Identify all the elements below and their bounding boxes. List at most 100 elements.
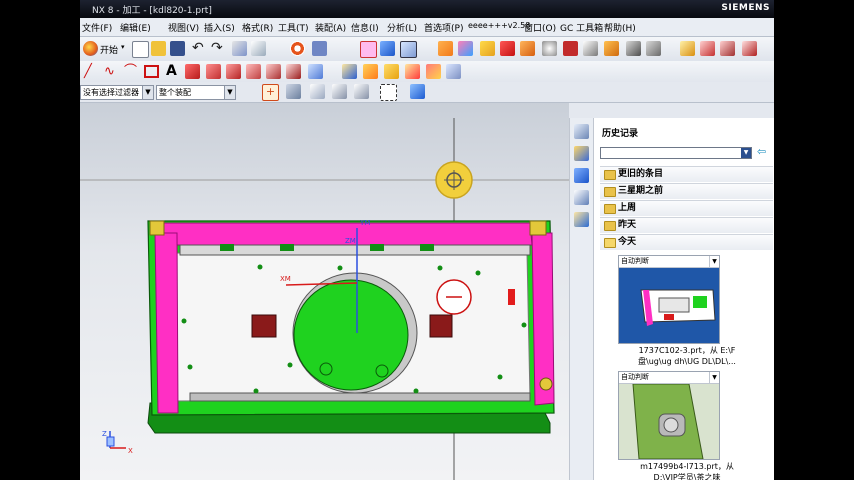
history-group-today[interactable]: 今天: [600, 234, 773, 250]
arrow-icon[interactable]: [742, 41, 757, 56]
history-thumbnail[interactable]: [619, 384, 719, 459]
angle-icon[interactable]: [720, 41, 735, 56]
box-select-icon[interactable]: [310, 84, 325, 99]
menu-plugin[interactable]: eeee+++v2.58: [468, 21, 530, 30]
fit-icon[interactable]: [360, 41, 377, 58]
text-icon[interactable]: A: [166, 64, 181, 79]
lasso-icon[interactable]: [332, 84, 347, 99]
view-cube-icon[interactable]: [380, 41, 395, 56]
deselect-icon[interactable]: [354, 84, 369, 99]
group-label: 上周: [618, 203, 637, 213]
curve-icon[interactable]: ∿: [104, 64, 119, 79]
history-group-older[interactable]: 更旧的条目: [600, 166, 773, 182]
scope-select[interactable]: 整个装配 ▼: [156, 85, 236, 100]
history-item[interactable]: 自动判断 ▼: [618, 371, 720, 460]
feature-icon[interactable]: [500, 41, 515, 56]
cut-icon[interactable]: [232, 41, 247, 56]
arc-icon[interactable]: ⌒: [124, 64, 139, 79]
history-group-yesterday[interactable]: 昨天: [600, 217, 773, 233]
standard-toolbar: 开始 ▾ ↶ ↷: [80, 37, 774, 62]
mold-icon[interactable]: [542, 41, 557, 56]
back-arrow-icon[interactable]: ⇦: [757, 145, 766, 158]
menu-help[interactable]: 帮助(H): [604, 21, 636, 34]
new-file-icon[interactable]: [132, 41, 149, 58]
hole-icon[interactable]: [363, 64, 378, 79]
part-navigator-icon[interactable]: [574, 146, 589, 161]
menu-tools[interactable]: 工具(T): [278, 21, 309, 34]
measure-icon[interactable]: [680, 41, 695, 56]
solid-view-icon[interactable]: [410, 84, 425, 99]
groove-icon[interactable]: [446, 64, 461, 79]
target-icon[interactable]: [290, 41, 305, 56]
line-icon[interactable]: ╱: [84, 64, 99, 79]
block-icon[interactable]: [438, 41, 453, 56]
navigator-icon[interactable]: [574, 124, 589, 139]
history-group-three-weeks[interactable]: 三星期之前: [600, 183, 773, 199]
type-filter-select[interactable]: 没有选择过滤器 ▼: [80, 85, 154, 100]
revolve-icon[interactable]: [342, 64, 357, 79]
menu-info[interactable]: 信息(I): [351, 21, 379, 34]
part-icon[interactable]: [520, 41, 535, 56]
offset-icon[interactable]: [226, 64, 241, 79]
menu-window[interactable]: 窗口(O): [524, 21, 556, 34]
wireframe-icon[interactable]: [400, 41, 417, 58]
menu-insert[interactable]: 插入(S): [204, 21, 235, 34]
undo-icon[interactable]: ↶: [192, 41, 207, 56]
menu-file[interactable]: 文件(F): [82, 21, 112, 34]
web-browser-icon[interactable]: [574, 190, 589, 205]
slot-icon[interactable]: [426, 64, 441, 79]
save-icon[interactable]: [170, 41, 185, 56]
pocket-icon[interactable]: [405, 64, 420, 79]
graphics-window[interactable]: YM ZM XM Z X: [80, 103, 569, 480]
menu-analysis[interactable]: 分析(L): [387, 21, 417, 34]
project-icon[interactable]: [286, 64, 301, 79]
menu-edit[interactable]: 编辑(E): [120, 21, 151, 34]
start-button[interactable]: 开始: [100, 43, 118, 56]
menu-gc-toolbox[interactable]: GC 工具箱: [560, 21, 603, 34]
axis-label-zm: ZM: [345, 237, 356, 245]
pattern-icon[interactable]: [266, 64, 281, 79]
history-item[interactable]: 自动判断 ▼: [618, 255, 720, 344]
mirror-icon[interactable]: [246, 64, 261, 79]
axis-label-xm: XM: [280, 275, 291, 283]
copy-icon[interactable]: [251, 41, 266, 56]
history-thumbnail[interactable]: [619, 268, 719, 343]
chevron-down-icon[interactable]: ▼: [709, 256, 719, 267]
rect-select-icon[interactable]: [380, 84, 397, 101]
shape-icon[interactable]: [458, 41, 473, 56]
layer-icon[interactable]: [312, 41, 327, 56]
animal-icon[interactable]: [626, 41, 641, 56]
menu-preferences[interactable]: 首选项(P): [424, 21, 463, 34]
start-dropdown-icon[interactable]: ▾: [121, 43, 125, 51]
extrude-icon[interactable]: [308, 64, 323, 79]
reuse-library-icon[interactable]: [574, 168, 589, 183]
boss-icon[interactable]: [384, 64, 399, 79]
fillet-icon[interactable]: [185, 64, 200, 79]
corner-block: [529, 220, 547, 236]
trim-icon[interactable]: [206, 64, 221, 79]
chevron-down-icon[interactable]: ▼: [224, 86, 235, 99]
open-folder-icon[interactable]: [151, 41, 166, 56]
menu-format[interactable]: 格式(R): [242, 21, 273, 34]
star-icon[interactable]: [480, 41, 495, 56]
chevron-down-icon[interactable]: ▼: [741, 148, 751, 158]
chevron-down-icon[interactable]: ▼: [709, 372, 719, 383]
redo-icon[interactable]: ↷: [211, 41, 226, 56]
history-group-last-week[interactable]: 上周: [600, 200, 773, 216]
history-filter-select[interactable]: ▼: [600, 147, 752, 159]
rectangle-icon[interactable]: [144, 65, 159, 78]
snap-point-icon[interactable]: +: [262, 84, 279, 101]
model-canvas[interactable]: YM ZM XM Z X: [80, 103, 569, 480]
tool-icon[interactable]: [583, 41, 598, 56]
wrench-icon[interactable]: [604, 41, 619, 56]
compass-icon[interactable]: [700, 41, 715, 56]
chevron-down-icon[interactable]: ▼: [142, 86, 153, 99]
start-icon[interactable]: [83, 41, 98, 56]
gear-icon[interactable]: [563, 41, 578, 56]
history-icon[interactable]: [574, 212, 589, 227]
menu-assembly[interactable]: 装配(A): [315, 21, 346, 34]
folder-icon: [604, 170, 616, 180]
animal2-icon[interactable]: [646, 41, 661, 56]
menu-view[interactable]: 视图(V): [168, 21, 199, 34]
select-icon[interactable]: [286, 84, 301, 99]
